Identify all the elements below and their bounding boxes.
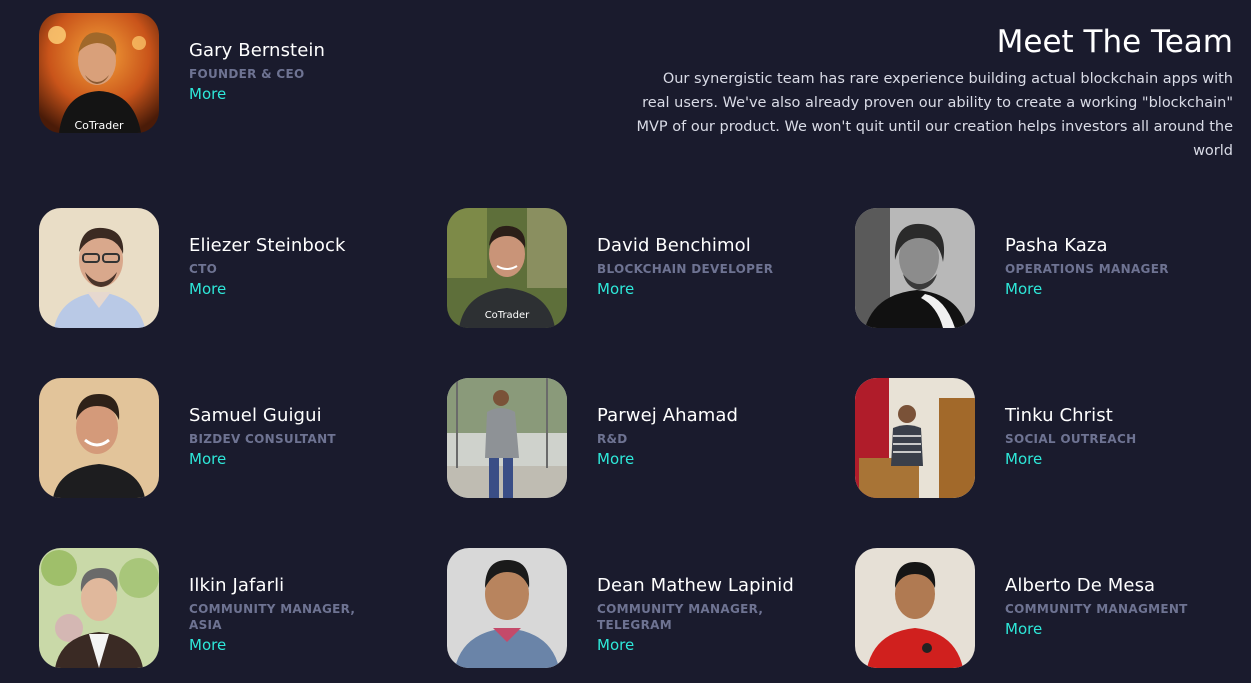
member-role: BIZDEV CONSULTANT <box>189 432 336 446</box>
team-member-dean-mathew-lapinid: Dean Mathew Lapinid COMMUNITY MANAGER, T… <box>447 548 797 668</box>
member-name: Parwej Ahamad <box>597 405 739 426</box>
member-more-link[interactable]: More <box>189 84 226 104</box>
member-role: COMMUNITY MANAGMENT <box>1005 602 1188 616</box>
team-member-parwej-ahamad: Parwej Ahamad R&D More <box>447 378 738 498</box>
team-intro: Meet The Team Our synergistic team has r… <box>633 22 1234 163</box>
member-name: David Benchimol <box>597 235 751 256</box>
member-info: Alberto De Mesa COMMUNITY MANAGMENT More <box>1005 548 1188 639</box>
section-title: Meet The Team <box>996 24 1233 60</box>
member-photo <box>39 208 159 328</box>
team-member-gary-bernstein: CoTrader Gary Bernstein FOUNDER & CEO Mo… <box>39 13 325 133</box>
member-name: Alberto De Mesa <box>1005 575 1156 596</box>
photo-logo-text: CoTrader <box>74 119 124 132</box>
member-name: Tinku Christ <box>1005 405 1113 426</box>
team-member-samuel-guigui: Samuel Guigui BIZDEV CONSULTANT More <box>39 378 336 498</box>
team-member-alberto-de-mesa: Alberto De Mesa COMMUNITY MANAGMENT More <box>855 548 1188 668</box>
member-info: David Benchimol BLOCKCHAIN DEVELOPER Mor… <box>597 208 773 299</box>
member-photo <box>855 378 975 498</box>
member-more-link[interactable]: More <box>189 279 226 299</box>
member-more-link[interactable]: More <box>1005 449 1042 469</box>
member-info: Pasha Kaza OPERATIONS MANAGER More <box>1005 208 1169 299</box>
member-name: Samuel Guigui <box>189 405 322 426</box>
member-photo <box>855 208 975 328</box>
member-name: Dean Mathew Lapinid <box>597 575 794 596</box>
member-role: FOUNDER & CEO <box>189 67 305 81</box>
member-more-link[interactable]: More <box>1005 619 1042 639</box>
member-info: Tinku Christ SOCIAL OUTREACH More <box>1005 378 1136 469</box>
member-more-link[interactable]: More <box>1005 279 1042 299</box>
member-role: R&D <box>597 432 628 446</box>
member-name: Eliezer Steinbock <box>189 235 346 256</box>
member-more-link[interactable]: More <box>597 449 634 469</box>
member-info: Parwej Ahamad R&D More <box>597 378 738 469</box>
member-role: OPERATIONS MANAGER <box>1005 262 1169 276</box>
member-photo <box>39 548 159 668</box>
member-photo: CoTrader <box>39 13 159 133</box>
member-role: SOCIAL OUTREACH <box>1005 432 1137 446</box>
member-photo <box>447 378 567 498</box>
member-info: Gary Bernstein FOUNDER & CEO More <box>189 13 325 104</box>
member-role: BLOCKCHAIN DEVELOPER <box>597 262 774 276</box>
team-member-ilkin-jafarli: Ilkin Jafarli COMMUNITY MANAGER, ASIA Mo… <box>39 548 389 668</box>
member-photo: CoTrader <box>447 208 567 328</box>
member-info: Ilkin Jafarli COMMUNITY MANAGER, ASIA Mo… <box>189 548 389 655</box>
member-role: COMMUNITY MANAGER, ASIA <box>189 602 356 632</box>
member-more-link[interactable]: More <box>189 449 226 469</box>
member-info: Dean Mathew Lapinid COMMUNITY MANAGER, T… <box>597 548 797 655</box>
member-more-link[interactable]: More <box>597 635 634 655</box>
team-member-tinku-christ: Tinku Christ SOCIAL OUTREACH More <box>855 378 1136 498</box>
member-photo <box>39 378 159 498</box>
member-info: Eliezer Steinbock CTO More <box>189 208 346 299</box>
photo-logo-text: CoTrader <box>485 310 530 321</box>
team-member-eliezer-steinbock: Eliezer Steinbock CTO More <box>39 208 346 328</box>
member-role: CTO <box>189 262 218 276</box>
team-member-david-benchimol: CoTrader David Benchimol BLOCKCHAIN DEVE… <box>447 208 773 328</box>
member-photo <box>855 548 975 668</box>
member-role: COMMUNITY MANAGER, TELEGRAM <box>597 602 764 632</box>
member-name: Ilkin Jafarli <box>189 575 285 596</box>
section-description: Our synergistic team has rare experience… <box>636 71 1234 159</box>
member-info: Samuel Guigui BIZDEV CONSULTANT More <box>189 378 336 469</box>
member-photo <box>447 548 567 668</box>
member-more-link[interactable]: More <box>597 279 634 299</box>
team-member-pasha-kaza: Pasha Kaza OPERATIONS MANAGER More <box>855 208 1169 328</box>
member-more-link[interactable]: More <box>189 635 226 655</box>
member-name: Gary Bernstein <box>189 40 325 61</box>
member-name: Pasha Kaza <box>1005 235 1108 256</box>
